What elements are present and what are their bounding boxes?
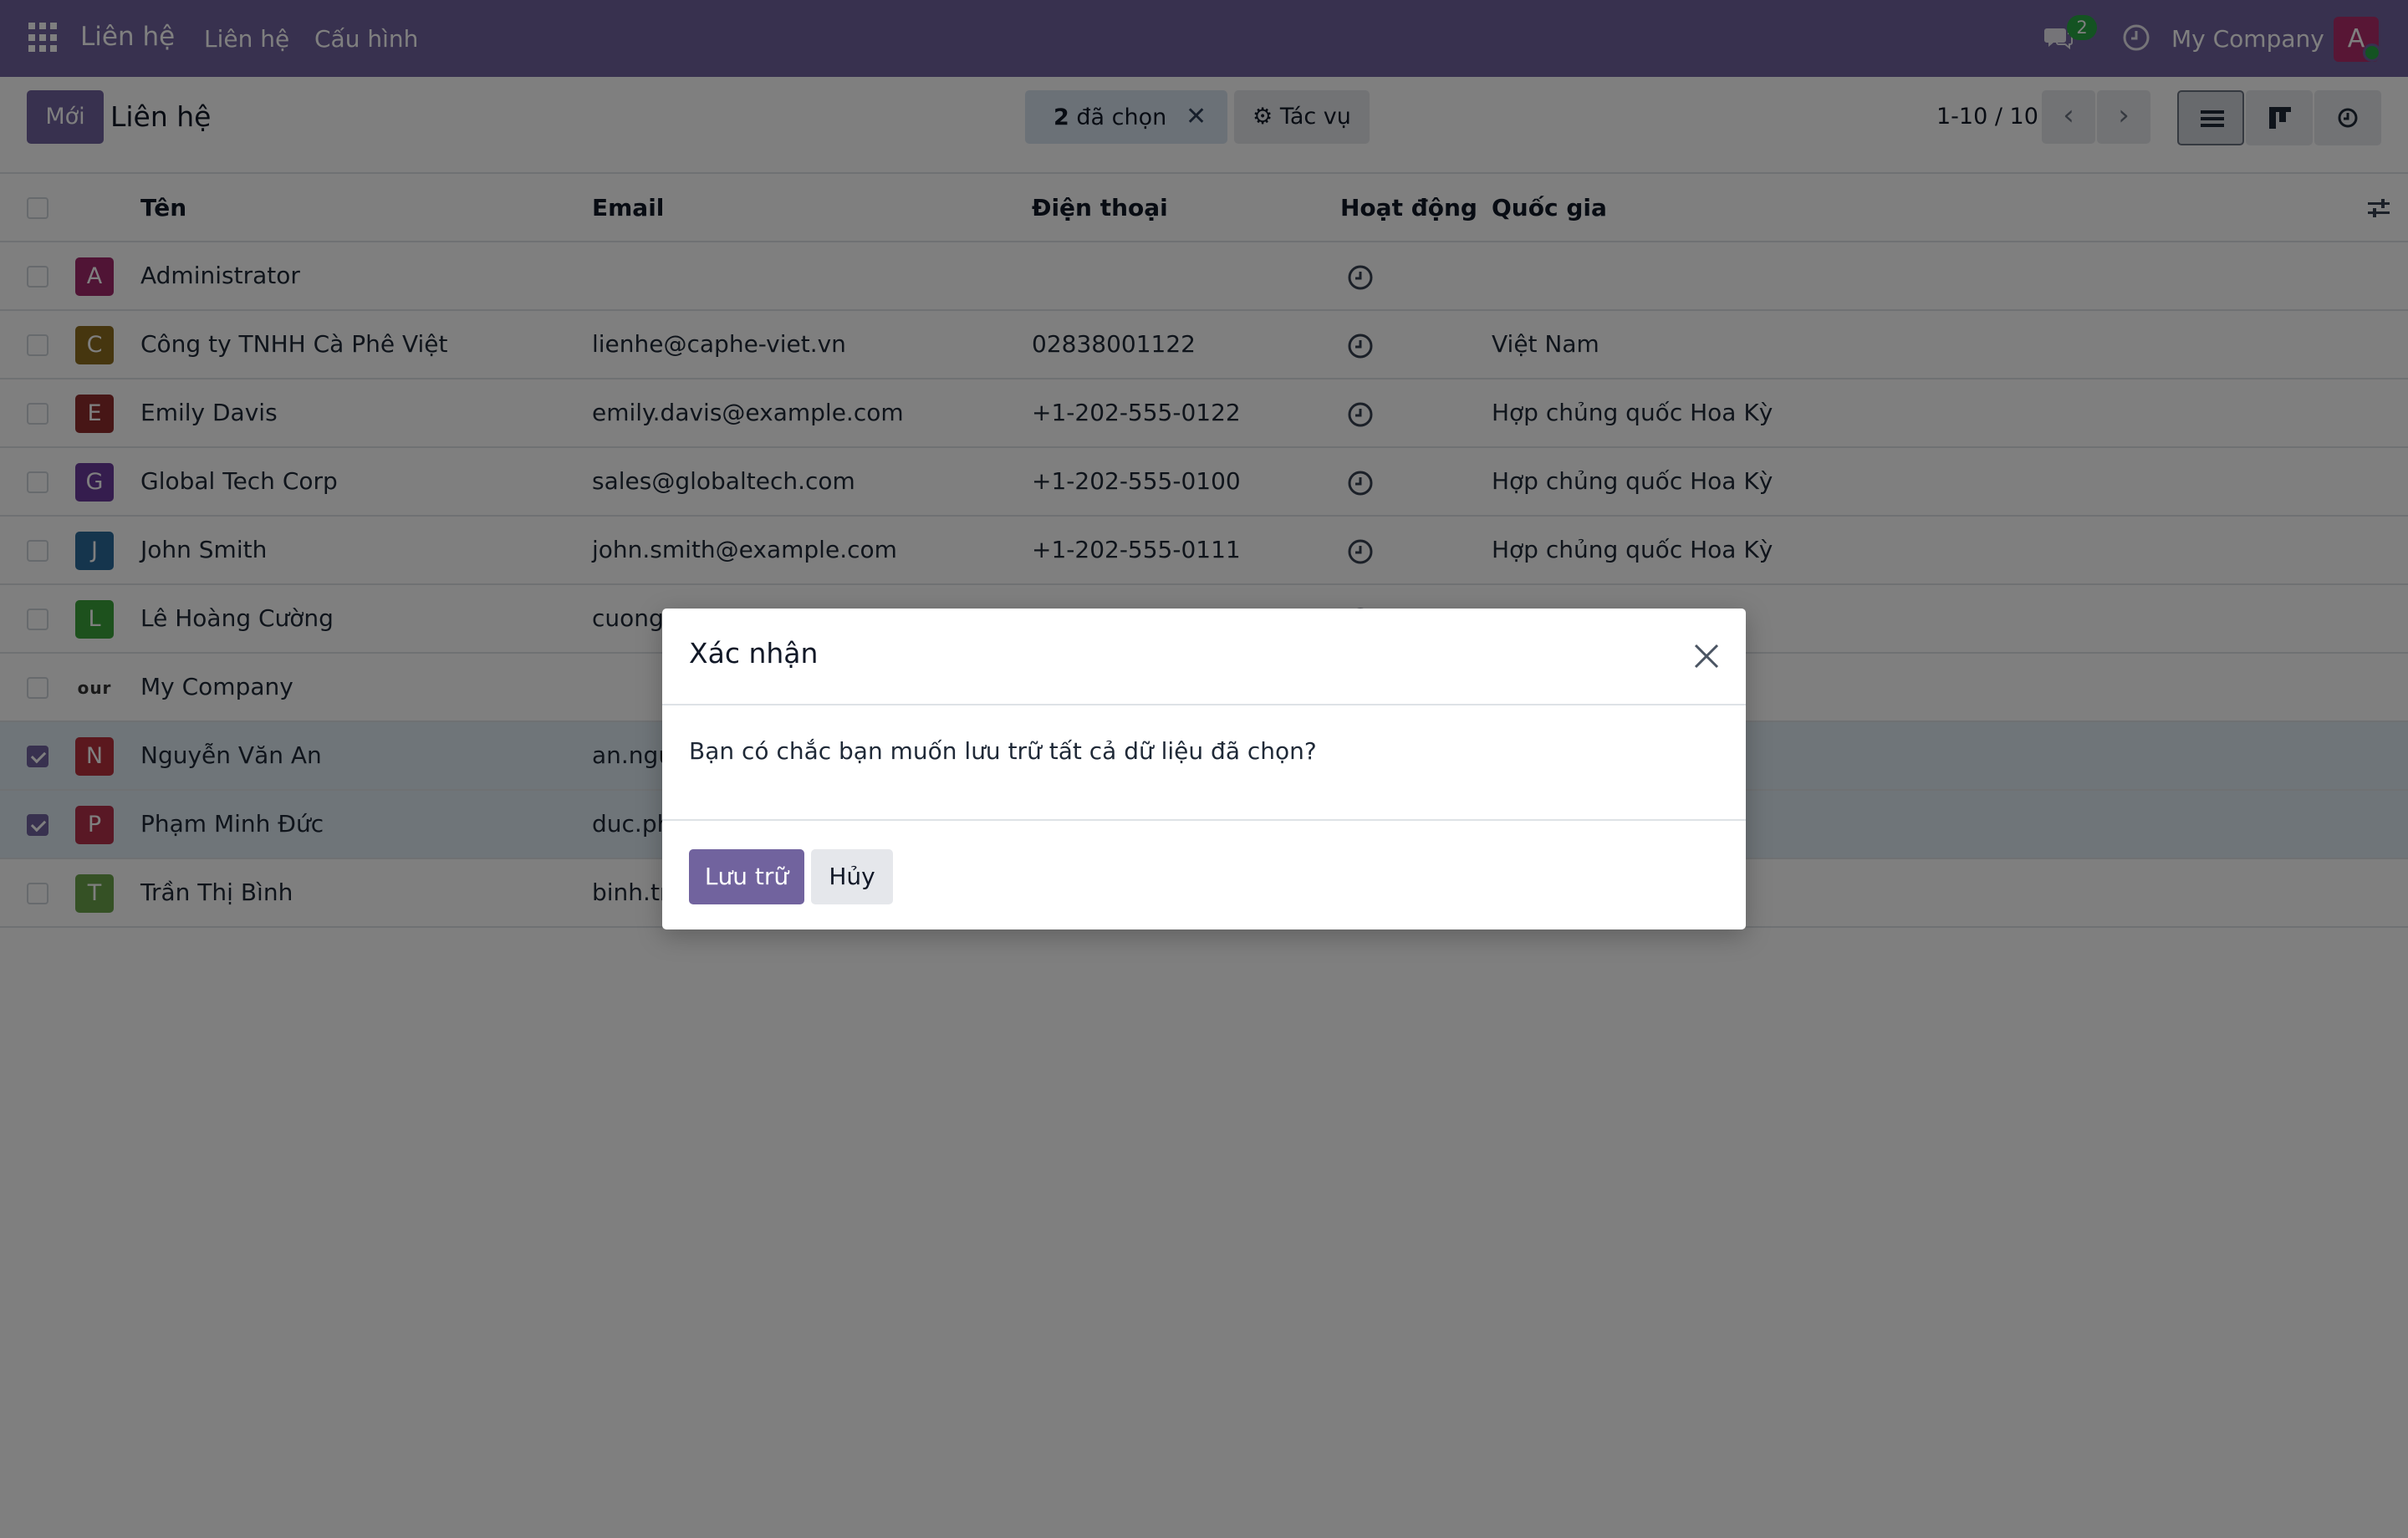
dialog-message: Bạn có chắc bạn muốn lưu trữ tất cả dữ l… [689, 737, 1317, 765]
dialog-body: Bạn có chắc bạn muốn lưu trữ tất cả dữ l… [662, 705, 1746, 821]
close-icon[interactable] [1692, 642, 1721, 670]
confirmation-dialog: Xác nhận Bạn có chắc bạn muốn lưu trữ tấ… [662, 609, 1746, 929]
dialog-title: Xác nhận [689, 637, 819, 670]
dialog-header: Xác nhận [662, 609, 1746, 705]
cancel-button[interactable]: Hủy [811, 849, 893, 904]
archive-confirm-button[interactable]: Lưu trữ [689, 849, 804, 904]
